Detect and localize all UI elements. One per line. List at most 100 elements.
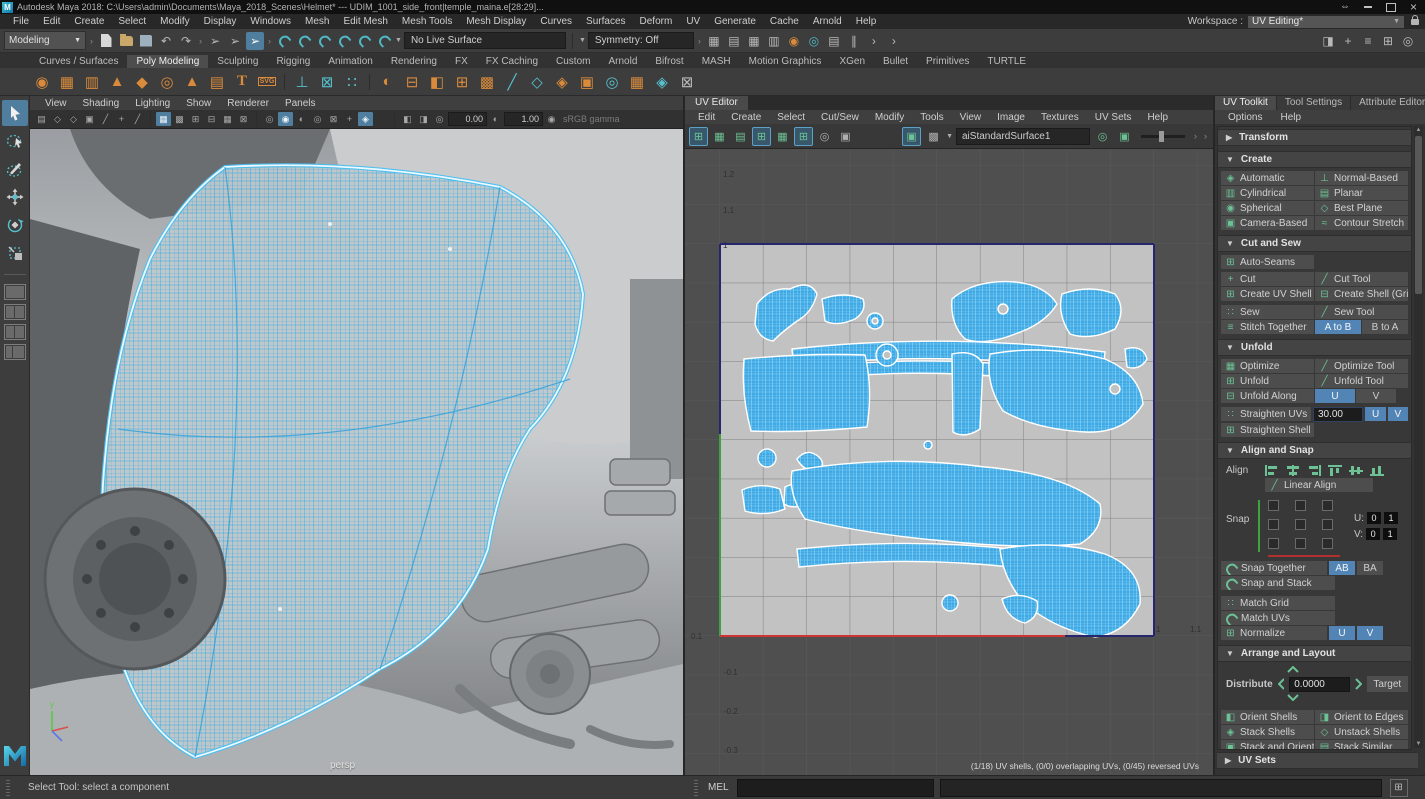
unfold-along-button[interactable]: ⊟Unfold Along xyxy=(1221,389,1314,403)
lights-icon[interactable]: ⊟ xyxy=(204,112,219,126)
redo-button[interactable]: ↷ xyxy=(177,32,195,50)
section-cut-and-sew[interactable]: ▼ Cut and Sew xyxy=(1218,235,1411,252)
shelf-tab-fx-caching[interactable]: FX Caching xyxy=(477,55,547,68)
dock-toggle-icon[interactable]: ⇔ xyxy=(1340,2,1350,12)
new-scene-button[interactable] xyxy=(97,32,115,50)
group-separator[interactable]: › xyxy=(698,36,701,46)
save-scene-button[interactable] xyxy=(137,32,155,50)
snap-and-stack-button[interactable]: Snap and Stack xyxy=(1221,576,1335,590)
open-scene-button[interactable] xyxy=(117,32,135,50)
match-uvs-button[interactable]: Match UVs xyxy=(1221,611,1335,625)
create-uv-shell-button[interactable]: ⊞Create UV Shell xyxy=(1221,287,1314,301)
snap-together-tool-icon[interactable]: ⊠ xyxy=(315,70,339,94)
poly-sphere-icon[interactable]: ◉ xyxy=(30,70,54,94)
mel-label[interactable]: MEL xyxy=(708,782,729,793)
snap-to-view-plane-icon[interactable] xyxy=(355,32,373,50)
straighten-v-toggle[interactable]: V xyxy=(1388,407,1408,421)
render-view-icon[interactable]: ▦ xyxy=(745,32,763,50)
group-separator[interactable]: › xyxy=(199,36,202,46)
exposure-field[interactable]: 0.00 xyxy=(448,112,487,126)
unfold-tool-button[interactable]: ╱Unfold Tool xyxy=(1315,374,1408,388)
snap-to-point-icon[interactable] xyxy=(315,32,333,50)
section-transform[interactable]: ▶ Transform xyxy=(1218,129,1411,146)
menu-mesh-tools[interactable]: Mesh Tools xyxy=(395,16,459,27)
type-tool-icon[interactable]: T xyxy=(230,70,254,94)
slider-thumb[interactable] xyxy=(1159,131,1164,142)
shelf-tab-animation[interactable]: Animation xyxy=(319,55,381,68)
viewport-menu-show[interactable]: Show xyxy=(179,98,218,109)
orient-to-edges-button[interactable]: ◨Orient to Edges xyxy=(1315,710,1408,724)
cut-tool-button[interactable]: ╱Cut Tool xyxy=(1315,272,1408,286)
bridge-icon[interactable]: ▣ xyxy=(575,70,599,94)
unstack-shells-button[interactable]: ◇Unstack Shells xyxy=(1315,725,1408,739)
snap-u-min-field[interactable]: 0 xyxy=(1367,512,1381,524)
uv-menu-uv-sets[interactable]: UV Sets xyxy=(1088,112,1139,123)
shaded-mode-icon[interactable]: ▩ xyxy=(172,112,187,126)
restore-button[interactable] xyxy=(1386,3,1396,12)
poly-cone-icon[interactable]: ▲ xyxy=(105,70,129,94)
bevel-icon[interactable]: ◈ xyxy=(550,70,574,94)
lock-icon[interactable] xyxy=(1411,19,1419,25)
extrude-icon[interactable]: ▦ xyxy=(625,70,649,94)
unfold-along-v-toggle[interactable]: V xyxy=(1356,389,1396,403)
gamma-icon[interactable]: ◐ xyxy=(488,112,503,126)
update-psd-icon[interactable]: ◎ xyxy=(1093,127,1112,146)
uv-grid-icon[interactable]: ▦ xyxy=(773,127,792,146)
material-name-field[interactable]: aiStandardSurface1 xyxy=(956,128,1090,145)
select-tool-button[interactable] xyxy=(2,100,28,126)
construction-plane-icon[interactable]: ⊥ xyxy=(290,70,314,94)
auto-seams-button[interactable]: ⊞Auto-Seams xyxy=(1221,255,1314,269)
camera-attributes-icon[interactable]: ◇ xyxy=(66,112,81,126)
script-editor-icon[interactable]: ⊞ xyxy=(1390,779,1408,797)
menu-mesh[interactable]: Mesh xyxy=(298,16,336,27)
cut-button[interactable]: +Cut xyxy=(1221,272,1314,286)
select-camera-icon[interactable]: ▤ xyxy=(34,112,49,126)
wireframe-mode-icon[interactable]: ▦ xyxy=(156,112,171,126)
straighten-uvs-button[interactable]: ∷Straighten UVs xyxy=(1221,407,1311,421)
symmetry-field[interactable]: Symmetry: Off xyxy=(588,32,694,49)
snap-to-grid-icon[interactable] xyxy=(275,32,293,50)
menu-curves[interactable]: Curves xyxy=(533,16,579,27)
shelf-tab-custom[interactable]: Custom xyxy=(547,55,599,68)
lock-camera-icon[interactable]: ◇ xyxy=(50,112,65,126)
unfold-along-u-toggle[interactable]: U xyxy=(1315,389,1355,403)
chevron-down-icon[interactable]: ▼ xyxy=(946,133,953,140)
menu-generate[interactable]: Generate xyxy=(707,16,763,27)
multi-cut-icon[interactable]: ╱ xyxy=(500,70,524,94)
planar-button[interactable]: ▤Planar xyxy=(1315,186,1408,200)
clapper-icon[interactable]: ▤ xyxy=(825,32,843,50)
snap-u-max-field[interactable]: 1 xyxy=(1384,512,1398,524)
screen-ao-icon[interactable]: ⊠ xyxy=(236,112,251,126)
shelf-tab-arnold[interactable]: Arnold xyxy=(599,55,646,68)
target-button[interactable]: Target xyxy=(1367,676,1408,692)
sidebar-channel-box-icon[interactable]: ≡ xyxy=(1359,32,1377,50)
uv-menu-view[interactable]: View xyxy=(953,112,989,123)
distribute-up-chevron[interactable] xyxy=(1287,666,1299,673)
b-to-a-toggle[interactable]: B to A xyxy=(1362,320,1408,334)
sew-button[interactable]: ∷Sew xyxy=(1221,305,1314,319)
scroll-up-arrow-icon[interactable]: ▲ xyxy=(1414,127,1423,133)
poly-plane-icon[interactable]: ◆ xyxy=(130,70,154,94)
distribute-right-chevron[interactable] xyxy=(1355,678,1362,690)
scrollbar-thumb[interactable] xyxy=(1415,136,1422,294)
best-plane-button[interactable]: ◇Best Plane xyxy=(1315,201,1408,215)
optimize-tool-button[interactable]: ╱Optimize Tool xyxy=(1315,359,1408,373)
optimize-button[interactable]: ▦Optimize xyxy=(1221,359,1314,373)
toolkit-menu-options[interactable]: Options xyxy=(1221,112,1269,123)
snap-to-curve-icon[interactable] xyxy=(295,32,313,50)
shelf-tab-fx[interactable]: FX xyxy=(446,55,477,68)
align-middle-v-icon[interactable] xyxy=(1349,465,1363,476)
pause-icon[interactable]: ∥ xyxy=(845,32,863,50)
section-create[interactable]: ▼ Create xyxy=(1218,151,1411,168)
scroll-down-arrow-icon[interactable]: ▼ xyxy=(1414,741,1423,747)
shelf-tab-poly-modeling[interactable]: Poly Modeling xyxy=(127,55,208,68)
layout-four-pane-button[interactable] xyxy=(4,304,26,320)
menu-select[interactable]: Select xyxy=(111,16,153,27)
group-separator[interactable]: › xyxy=(268,36,271,46)
target-weld-icon[interactable]: ◇ xyxy=(525,70,549,94)
poly-torus-icon[interactable]: ◎ xyxy=(155,70,179,94)
uv-dim-image-icon[interactable]: ⊞ xyxy=(794,127,813,146)
snap-checkbox[interactable] xyxy=(1322,500,1333,511)
xray-icon[interactable]: ◧ xyxy=(400,112,415,126)
image-plane-icon[interactable]: ╱ xyxy=(98,112,113,126)
